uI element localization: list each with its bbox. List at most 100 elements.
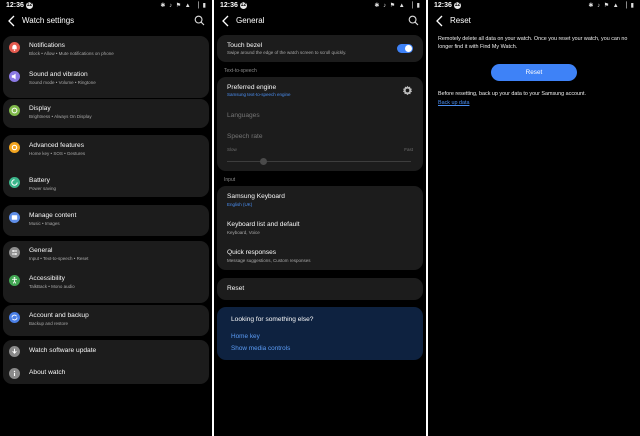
- settings-group-6: Account and backup Backup and restore: [3, 305, 209, 336]
- settings-item-notifications[interactable]: Notifications Block • Allow • Mute notif…: [3, 36, 209, 67]
- page-title: Reset: [450, 16, 471, 25]
- speech-rate-slider-thumb[interactable]: [260, 158, 268, 165]
- bell-icon: [9, 42, 20, 53]
- speech-rate-item[interactable]: Speech rate Slow Fast: [217, 125, 423, 171]
- settings-item-subtitle: Sound mode • Volume • Ringtone: [29, 80, 96, 85]
- update-icon: [9, 346, 20, 357]
- settings-group-7: Watch software update About watch: [3, 340, 209, 384]
- settings-item-title: Advanced features: [29, 142, 84, 149]
- back-up-data-link[interactable]: Back up data: [438, 100, 469, 106]
- samsung-keyboard-item[interactable]: Samsung Keyboard English (UK): [217, 186, 423, 214]
- sliders-icon: [9, 247, 20, 258]
- settings-item-title: Accessibility: [29, 275, 65, 282]
- preferred-engine-item[interactable]: Preferred engine Samsung text-to-speech …: [217, 77, 423, 103]
- settings-item-subtitle: Backup and restore: [29, 321, 69, 326]
- notification-badge: 12: [453, 2, 461, 9]
- settings-item-title: Display: [29, 105, 51, 112]
- app-bar: General: [214, 12, 426, 30]
- folder-icon: [9, 212, 20, 223]
- settings-item-title: Notifications: [29, 42, 65, 49]
- touch-bezel-subtitle: Swipe around the edge of the watch scree…: [227, 50, 347, 55]
- section-header-text-to-speech: Text-to-speech: [224, 68, 257, 74]
- settings-item-battery[interactable]: Battery Power saving: [3, 166, 209, 197]
- notification-badge: 12: [239, 2, 247, 9]
- settings-item-about-watch[interactable]: About watch: [3, 362, 209, 384]
- settings-item-display[interactable]: Display Brightness • Always On Display: [3, 99, 209, 128]
- reset-description: Remotely delete all data on your watch. …: [438, 36, 628, 51]
- status-icons: ✱ ♪ ⚑ ▲ ▕ ▮: [160, 3, 207, 9]
- samsung-keyboard-title: Samsung Keyboard: [227, 193, 285, 200]
- keyboard-list-item[interactable]: Keyboard list and default Keyboard, Voic…: [217, 214, 423, 242]
- speech-rate-fast-label: Fast: [404, 147, 413, 152]
- accessibility-icon: [9, 275, 20, 286]
- samsung-keyboard-subtitle: English (UK): [227, 202, 253, 207]
- back-arrow-icon[interactable]: [435, 15, 445, 27]
- settings-item-title: Sound and vibration: [29, 71, 88, 78]
- settings-group-1: Notifications Block • Allow • Mute notif…: [3, 36, 209, 98]
- settings-group-3: Advanced features Home key • SOS • Gestu…: [3, 135, 209, 197]
- looking-for-something-else-panel: Looking for something else? Home key Sho…: [217, 307, 423, 360]
- back-arrow-icon[interactable]: [221, 15, 231, 27]
- keyboard-list-title: Keyboard list and default: [227, 221, 300, 228]
- touch-bezel-card[interactable]: Touch bezel Swipe around the edge of the…: [217, 35, 423, 62]
- settings-item-subtitle: Music • Images: [29, 221, 60, 226]
- keyboard-list-subtitle: Keyboard, Voice: [227, 230, 260, 235]
- home-key-link[interactable]: Home key: [231, 333, 260, 340]
- status-bar: 12:36 12 ✱ ♪ ⚑ ▲ ▕ ▮: [214, 0, 426, 12]
- battery-icon: [9, 177, 20, 188]
- text-to-speech-card: Preferred engine Samsung text-to-speech …: [217, 77, 423, 171]
- settings-item-accessibility[interactable]: Accessibility TalkBack • Mono audio: [3, 272, 209, 303]
- quick-responses-item[interactable]: Quick responses Message suggestions, Cus…: [217, 242, 423, 270]
- status-time: 12:36 12: [434, 2, 461, 9]
- info-icon: [9, 368, 20, 379]
- search-icon[interactable]: [194, 15, 205, 26]
- settings-item-advanced-features[interactable]: Advanced features Home key • SOS • Gestu…: [3, 135, 209, 166]
- settings-group-4: Manage content Music • Images: [3, 205, 209, 236]
- settings-item-manage-content[interactable]: Manage content Music • Images: [3, 205, 209, 236]
- settings-item-sound-and-vibration[interactable]: Sound and vibration Sound mode • Volume …: [3, 67, 209, 98]
- preferred-engine-title: Preferred engine: [227, 84, 277, 91]
- status-bar: 12:36 12 ✱ ♪ ⚑ ▲ ▕ ▮: [0, 0, 212, 12]
- backup-note: Before resetting, back up your data to y…: [438, 91, 587, 97]
- reset-button[interactable]: Reset: [491, 64, 577, 81]
- settings-item-watch-software-update[interactable]: Watch software update: [3, 340, 209, 362]
- sync-icon: [9, 312, 20, 323]
- settings-item-general[interactable]: General Input • Text-to-speech • Reset: [3, 241, 209, 272]
- app-bar: Watch settings: [0, 12, 212, 30]
- status-icons: ✱ ♪ ⚑ ▲ ▕ ▮: [374, 3, 421, 9]
- settings-item-subtitle: Input • Text-to-speech • Reset: [29, 256, 89, 261]
- toggle-knob: [405, 45, 412, 52]
- speaker-icon: [9, 71, 20, 82]
- page-title: Watch settings: [22, 16, 75, 25]
- settings-group-5: General Input • Text-to-speech • Reset A…: [3, 241, 209, 303]
- search-icon[interactable]: [408, 15, 419, 26]
- app-bar: Reset: [428, 12, 640, 30]
- reset-screen: 12:36 12 ✱ ♪ ⚑ ▲ ▕ ▮ Reset Remotely delet…: [428, 0, 640, 436]
- gear-plus-icon: [9, 142, 20, 153]
- section-header-input: Input: [224, 177, 236, 183]
- languages-item[interactable]: Languages: [217, 103, 423, 125]
- gear-icon[interactable]: [402, 85, 413, 96]
- show-media-controls-link[interactable]: Show media controls: [231, 345, 290, 352]
- speech-rate-title: Speech rate: [227, 133, 263, 140]
- settings-item-title: Account and backup: [29, 312, 89, 319]
- back-arrow-icon[interactable]: [7, 15, 17, 27]
- reset-item[interactable]: Reset: [217, 278, 423, 300]
- settings-item-account-and-backup[interactable]: Account and backup Backup and restore: [3, 305, 209, 336]
- settings-item-subtitle: Block • Allow • Mute notifications on ph…: [29, 51, 114, 56]
- settings-item-title: Watch software update: [29, 347, 97, 354]
- speech-rate-slider-track[interactable]: [227, 161, 411, 162]
- preferred-engine-subtitle: Samsung text-to-speech engine: [227, 92, 291, 97]
- page-title: General: [236, 16, 265, 25]
- settings-item-title: Manage content: [29, 212, 77, 219]
- watch-settings-screen: 12:36 12 ✱ ♪ ⚑ ▲ ▕ ▮ Watch settings Notif…: [0, 0, 212, 436]
- settings-item-subtitle: Brightness • Always On Display: [29, 114, 92, 119]
- settings-item-title: About watch: [29, 369, 66, 376]
- general-screen: 12:36 12 ✱ ♪ ⚑ ▲ ▕ ▮ General Touch bezel …: [214, 0, 426, 436]
- input-card: Samsung Keyboard English (UK) Keyboard l…: [217, 186, 423, 270]
- quick-responses-title: Quick responses: [227, 249, 277, 256]
- touch-bezel-toggle[interactable]: [397, 44, 413, 53]
- status-time: 12:36 12: [220, 2, 247, 9]
- status-time: 12:36 12: [6, 2, 33, 9]
- settings-item-title: Battery: [29, 177, 50, 184]
